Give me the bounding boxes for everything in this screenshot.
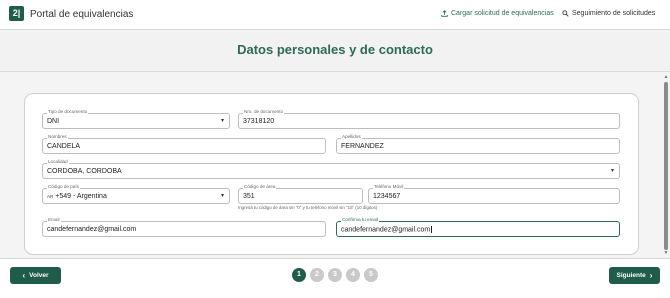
app-title[interactable]: Portal de equivalencias — [30, 9, 133, 20]
chevron-down-icon: ▾ — [220, 118, 224, 124]
email-confirm-value: candefernandez@gmail.com — [341, 226, 431, 234]
nav-tracking[interactable]: Seguimiento de solicitudes — [562, 10, 655, 17]
last-name-field[interactable]: Apellidos FERNANDEZ — [336, 134, 620, 154]
chevron-down-icon: ▾ — [220, 193, 224, 199]
nav-tracking-label: Seguimiento de solicitudes — [572, 10, 656, 17]
text-cursor — [431, 226, 433, 233]
step-indicator: 1 2 3 4 5 — [292, 268, 378, 282]
back-button[interactable]: ‹ Volver — [10, 267, 61, 284]
mobile-phone-label: Teléfono Móvil — [373, 184, 405, 190]
area-code-field[interactable]: Código de área 351 — [238, 184, 363, 204]
doc-type-value: DNI — [47, 118, 60, 125]
doc-type-select[interactable]: Tipo de documento DNI ▾ — [42, 109, 230, 129]
area-code-label: Código de área — [243, 184, 277, 190]
locality-select[interactable]: Localidad CORDOBA, CORDOBA ▾ — [42, 159, 620, 179]
email-confirm-field[interactable]: Confirma tu email candefernandez@gmail.c… — [336, 217, 620, 237]
country-code-select[interactable]: Código de país AR +549 - Argentina ▾ — [42, 184, 230, 204]
mobile-phone-field[interactable]: Teléfono Móvil 1234567 — [368, 184, 620, 204]
doc-number-value: 37318120 — [243, 118, 275, 125]
chevron-down-icon: ▾ — [610, 168, 614, 174]
step-5[interactable]: 5 — [364, 268, 378, 282]
search-icon — [562, 10, 569, 17]
email-confirm-label: Confirma tu email — [341, 217, 379, 223]
phone-hint-text: Ingresá tu código de área sin "0" y tu t… — [238, 205, 378, 210]
email-confirm-value-wrap: candefernandez@gmail.com — [341, 226, 433, 234]
locality-value: CORDOBA, CORDOBA — [47, 168, 122, 175]
nav-upload-label: Cargar solicitud de equivalencias — [451, 10, 554, 17]
next-button-label: Siguiente — [616, 272, 646, 279]
first-name-field[interactable]: Nombres CANDELA — [42, 134, 326, 154]
doc-number-field[interactable]: Nro. de documento 37318120 — [238, 109, 620, 129]
last-name-value: FERNANDEZ — [341, 143, 384, 150]
chevron-left-icon: ‹ — [22, 271, 26, 280]
area-code-value: 351 — [243, 193, 255, 200]
portal-logo[interactable]: 2| — [9, 6, 24, 21]
step-1[interactable]: 1 — [292, 268, 306, 282]
chevron-right-icon: › — [649, 271, 653, 280]
top-navbar: 2| Portal de equivalencias Cargar solici… — [0, 0, 670, 30]
step-2[interactable]: 2 — [310, 268, 324, 282]
back-button-label: Volver — [29, 272, 49, 279]
email-value: candefernandez@gmail.com — [47, 226, 137, 233]
scroll-down-arrow-icon[interactable]: ▼ — [663, 250, 669, 256]
email-label: Email — [47, 217, 61, 223]
scroll-up-arrow-icon[interactable]: ▲ — [663, 74, 669, 80]
first-name-label: Nombres — [47, 134, 68, 140]
doc-type-label: Tipo de documento — [47, 109, 89, 115]
doc-number-label: Nro. de documento — [243, 109, 285, 115]
vertical-scrollbar[interactable]: ▲ ▼ — [663, 74, 669, 256]
step-3[interactable]: 3 — [328, 268, 342, 282]
step-4[interactable]: 4 — [346, 268, 360, 282]
country-code-text: +549 - Argentina — [55, 193, 107, 200]
first-name-value: CANDELA — [47, 143, 81, 150]
scroll-thumb[interactable] — [664, 82, 668, 250]
country-code-label: Código de país — [47, 184, 80, 190]
mobile-phone-value: 1234567 — [373, 193, 401, 200]
locality-label: Localidad — [47, 159, 69, 165]
flag-icon: AR — [47, 194, 54, 199]
country-code-value: AR +549 - Argentina — [47, 193, 107, 200]
upload-icon — [441, 10, 448, 17]
last-name-label: Apellidos — [341, 134, 362, 140]
email-field[interactable]: Email candefernandez@gmail.com — [42, 217, 326, 237]
page-title: Datos personales y de contacto — [237, 42, 433, 57]
next-button[interactable]: Siguiente › — [609, 267, 660, 284]
nav-upload-request[interactable]: Cargar solicitud de equivalencias — [441, 10, 554, 17]
heading-band: Datos personales y de contacto — [0, 30, 670, 72]
